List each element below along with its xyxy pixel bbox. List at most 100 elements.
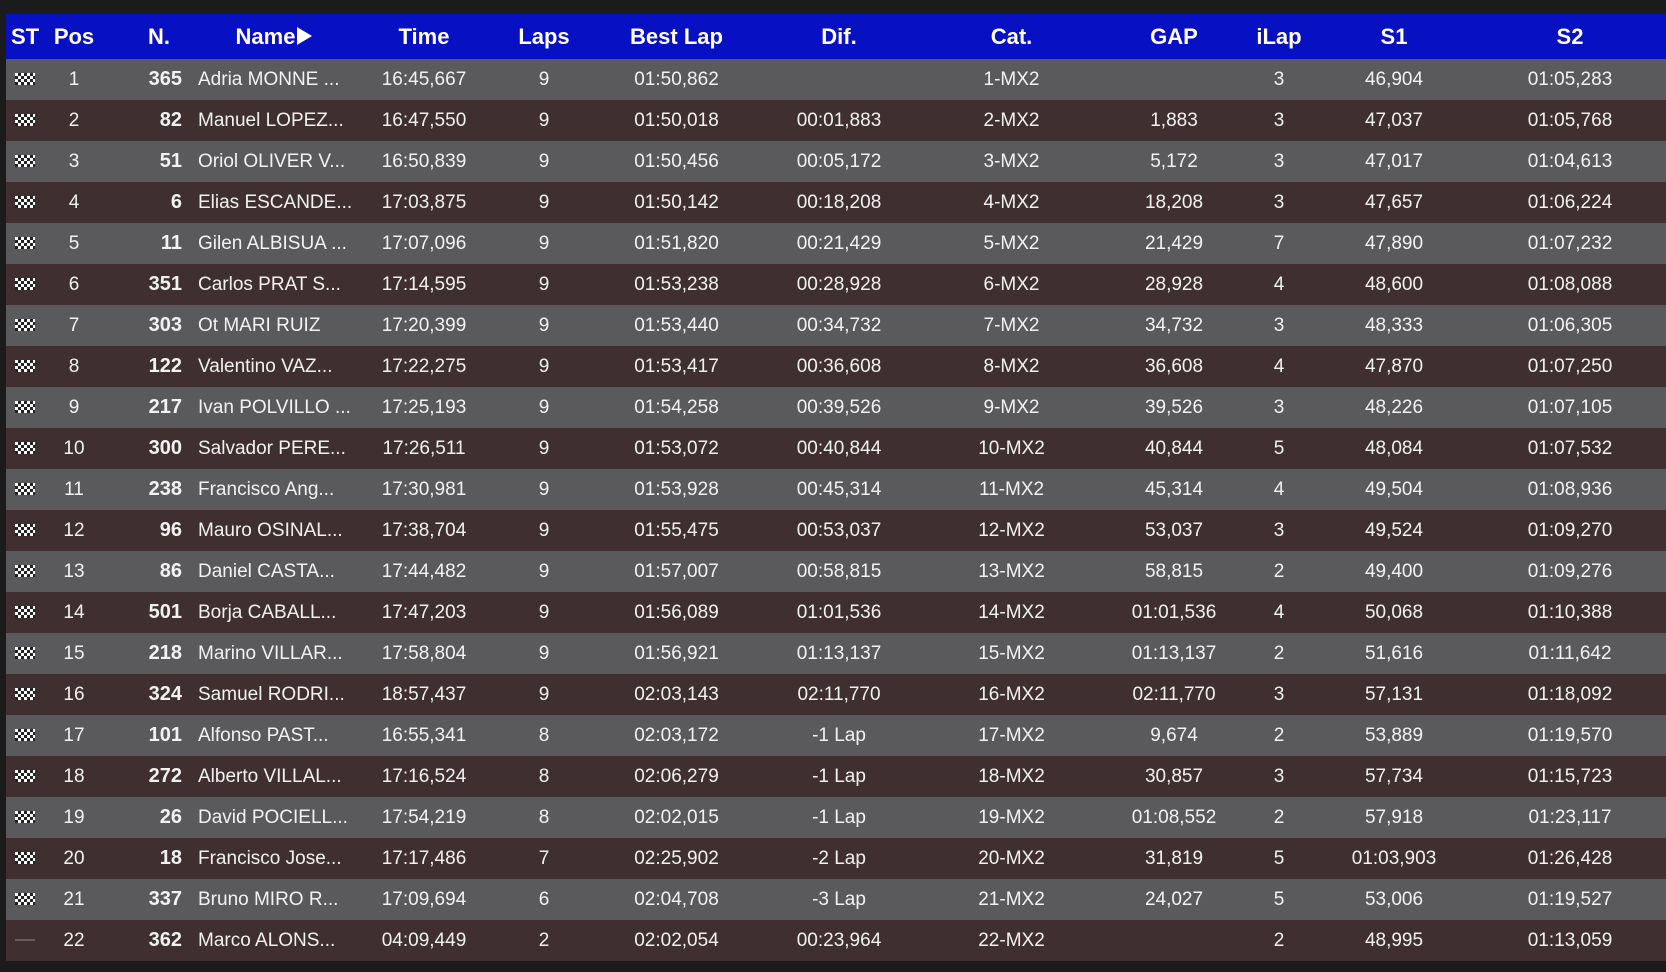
s2-cell: 01:06,224 — [1527, 191, 1613, 213]
rider-name-cell: Francisco Jose... — [198, 847, 342, 869]
table-row[interactable]: 16 324 Samuel RODRI... 18:57,437 9 02:03,143 0… — [6, 674, 1666, 715]
ilap-cell: 2 — [1273, 560, 1285, 582]
category-cell: 16-MX2 — [978, 683, 1045, 705]
time-cell: 17:26,511 — [382, 437, 466, 459]
best-lap-cell: 01:56,921 — [634, 642, 719, 664]
header-s2[interactable]: S2 — [1474, 14, 1666, 59]
rider-name-cell: Borja CABALL... — [198, 601, 337, 623]
s1-cell: 47,017 — [1364, 150, 1424, 172]
table-row[interactable]: 14 501 Borja CABALL... 17:47,203 9 01:56,089 0… — [6, 592, 1666, 633]
category-cell: 18-MX2 — [978, 765, 1045, 787]
category-cell: 15-MX2 — [978, 642, 1045, 664]
header-laps[interactable]: Laps — [494, 14, 594, 59]
header-gap[interactable]: GAP — [1104, 14, 1244, 59]
rider-number-cell: 272 — [148, 765, 182, 787]
position-cell: 17 — [63, 724, 85, 746]
status-cell — [6, 100, 44, 141]
table-row[interactable]: 3 51 Oriol OLIVER V... 16:50,839 9 01:50,456 0… — [6, 141, 1666, 182]
best-lap-cell: 01:50,142 — [634, 191, 719, 213]
gap-cell: 01:13,137 — [1131, 642, 1217, 664]
table-row[interactable]: 18 272 Alberto VILLAL... 17:16,524 8 02:06,27… — [6, 756, 1666, 797]
s1-cell: 53,889 — [1364, 724, 1424, 746]
rider-number-cell: 101 — [148, 724, 182, 746]
status-cell — [6, 387, 44, 428]
header-name[interactable]: Name — [194, 14, 354, 59]
rider-name-cell: Adria MONNE ... — [198, 68, 340, 90]
dif-cell: 00:40,844 — [796, 437, 882, 459]
header-ilap[interactable]: iLap — [1244, 14, 1314, 59]
table-row[interactable]: 15 218 Marino VILLAR... 17:58,804 9 01:56,921… — [6, 633, 1666, 674]
header-best-lap[interactable]: Best Lap — [594, 14, 759, 59]
table-row[interactable]: 9 217 Ivan POLVILLO ... 17:25,193 9 01:54,258… — [6, 387, 1666, 428]
ilap-cell: 3 — [1273, 765, 1285, 787]
header-pos[interactable]: Pos — [44, 14, 104, 59]
s1-cell: 47,657 — [1364, 191, 1424, 213]
ilap-cell: 3 — [1273, 150, 1285, 172]
category-cell: 8-MX2 — [983, 355, 1040, 377]
position-cell: 4 — [68, 191, 80, 213]
header-s1[interactable]: S1 — [1314, 14, 1474, 59]
rider-name-cell: Marino VILLAR... — [198, 642, 343, 664]
gap-cell: 31,819 — [1144, 847, 1204, 869]
s1-cell: 57,734 — [1364, 765, 1424, 787]
rider-number-cell: 51 — [159, 150, 182, 172]
s1-cell: 47,870 — [1364, 355, 1424, 377]
rider-number-cell: 365 — [148, 68, 182, 90]
rider-number-cell: 18 — [159, 847, 182, 869]
time-cell: 18:57,437 — [381, 683, 467, 705]
status-cell — [6, 756, 44, 797]
status-cell — [6, 920, 44, 961]
table-row[interactable]: 10 300 Salvador PERE... 17:26,511 9 01:53,072… — [6, 428, 1666, 469]
laps-cell: 9 — [538, 150, 550, 172]
checkered-flag-icon — [15, 893, 35, 906]
table-row[interactable]: 7 303 Ot MARI RUIZ 17:20,399 9 01:53,440 00:34… — [6, 305, 1666, 346]
table-row[interactable]: 21 337 Bruno MIRO R... 17:09,694 6 02:04,708 -… — [6, 879, 1666, 920]
header-row: ST Pos N. Name Time Laps Best Lap Dif. C… — [6, 14, 1666, 59]
dif-cell: -1 Lap — [812, 806, 866, 828]
s2-cell: 01:07,232 — [1527, 232, 1613, 254]
table-row[interactable]: 19 26 David POCIELL... 17:54,219 8 02:02,015 -… — [6, 797, 1666, 838]
rider-number-cell: 217 — [148, 396, 182, 418]
table-row[interactable]: 1 365 Adria MONNE ... 16:45,667 9 01:50,862 1-… — [6, 59, 1666, 100]
table-row[interactable]: 12 96 Mauro OSINAL... 17:38,704 9 01:55,475 00… — [6, 510, 1666, 551]
table-row[interactable]: 5 11 Gilen ALBISUA ... 17:07,096 9 01:51,820 0… — [6, 223, 1666, 264]
header-time[interactable]: Time — [354, 14, 494, 59]
time-cell: 17:17,486 — [381, 847, 467, 869]
gap-cell: 58,815 — [1144, 560, 1204, 582]
table-row[interactable]: 8 122 Valentino VAZ... 17:22,275 9 01:53,417 0… — [6, 346, 1666, 387]
table-row[interactable]: 2 82 Manuel LOPEZ... 16:47,550 9 01:50,018 00:… — [6, 100, 1666, 141]
table-row[interactable]: 13 86 Daniel CASTA... 17:44,482 9 01:57,007 00… — [6, 551, 1666, 592]
best-lap-cell: 02:06,279 — [634, 765, 719, 787]
s2-cell: 01:09,276 — [1527, 560, 1613, 582]
s2-cell: 01:04,613 — [1527, 150, 1613, 172]
table-row[interactable]: 4 6 Elias ESCANDE... 17:03,875 9 01:50,142 00:… — [6, 182, 1666, 223]
rider-name-cell: Manuel LOPEZ... — [198, 109, 344, 131]
position-cell: 10 — [63, 437, 85, 459]
table-row[interactable]: 17 101 Alfonso PAST... 16:55,341 8 02:03,172 -… — [6, 715, 1666, 756]
dif-cell: 00:39,526 — [796, 396, 882, 418]
best-lap-cell: 01:50,018 — [634, 109, 719, 131]
table-row[interactable]: 22 362 Marco ALONS... 04:09,449 2 02:02,054 00… — [6, 920, 1666, 961]
header-st[interactable]: ST — [6, 14, 44, 59]
header-dif[interactable]: Dif. — [759, 14, 919, 59]
rider-name-cell: Alfonso PAST... — [198, 724, 329, 746]
time-cell: 17:25,193 — [381, 396, 467, 418]
rider-name-cell: Bruno MIRO R... — [198, 888, 339, 910]
time-cell: 17:54,219 — [381, 806, 467, 828]
table-row[interactable]: 20 18 Francisco Jose... 17:17,486 7 02:25,902… — [6, 838, 1666, 879]
header-cat[interactable]: Cat. — [919, 14, 1104, 59]
rider-name-cell: Valentino VAZ... — [198, 355, 333, 377]
position-cell: 15 — [63, 642, 85, 664]
category-cell: 9-MX2 — [983, 396, 1040, 418]
best-lap-cell: 01:53,928 — [634, 478, 719, 500]
table-row[interactable]: 6 351 Carlos PRAT S... 17:14,595 9 01:53,238 0… — [6, 264, 1666, 305]
table-row[interactable]: 11 238 Francisco Ang... 17:30,981 9 01:53,928… — [6, 469, 1666, 510]
status-cell — [6, 182, 44, 223]
dif-cell: 00:36,608 — [796, 355, 882, 377]
status-cell — [6, 674, 44, 715]
laps-cell: 9 — [538, 601, 550, 623]
results-table: ST Pos N. Name Time Laps Best Lap Dif. C… — [6, 14, 1666, 961]
time-cell: 17:44,482 — [381, 560, 467, 582]
position-cell: 19 — [63, 806, 85, 828]
header-number[interactable]: N. — [104, 14, 194, 59]
